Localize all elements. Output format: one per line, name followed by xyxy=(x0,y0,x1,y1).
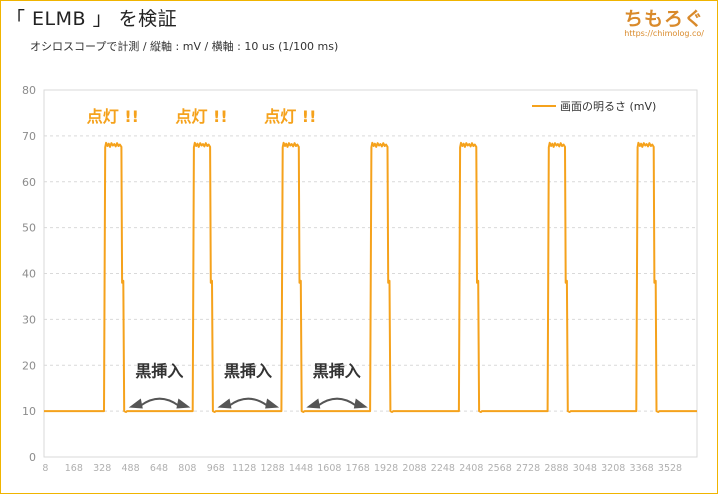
insert-arrowhead-left xyxy=(217,398,232,409)
y-tick-label: 10 xyxy=(22,405,36,418)
y-tick-label: 40 xyxy=(22,268,36,281)
insert-arrow-curve xyxy=(140,397,179,407)
insert-arrowhead-right xyxy=(265,398,280,409)
x-tick-label: 1928 xyxy=(374,463,398,474)
black-insert-annotation: 黒挿入 xyxy=(313,362,361,381)
black-insert-annotation: 黒挿入 xyxy=(135,362,183,381)
x-tick-label: 1608 xyxy=(317,463,341,474)
x-tick-label: 2728 xyxy=(516,463,540,474)
x-tick-label: 2568 xyxy=(488,463,512,474)
on-annotation: 点灯 !! xyxy=(175,107,227,126)
oscilloscope-chart: 010203040506070808 168 328 488 648 808 968 1128… xyxy=(22,84,698,474)
insert-arrowhead-left xyxy=(128,398,143,409)
insert-arrowhead-right xyxy=(353,398,368,409)
x-tick-label: 2888 xyxy=(544,463,568,474)
y-tick-label: 80 xyxy=(22,84,36,97)
x-tick-label: 1128 xyxy=(232,463,256,474)
y-tick-label: 0 xyxy=(29,451,36,464)
x-tick-label: 1768 xyxy=(346,463,370,474)
black-insert-annotation: 黒挿入 xyxy=(224,362,272,381)
insert-arrowhead-right xyxy=(176,398,191,409)
x-tick-label: 168 xyxy=(65,463,83,474)
legend-label: 画面の明るさ (mV) xyxy=(560,100,656,113)
x-tick-label: 968 xyxy=(207,463,225,474)
insert-arrow-curve xyxy=(228,397,268,407)
insert-arrow-curve xyxy=(317,397,357,407)
y-tick-label: 60 xyxy=(22,176,36,189)
insert-arrowhead-left xyxy=(306,398,321,409)
x-tick-label: 3048 xyxy=(573,463,597,474)
x-tick-label: 328 xyxy=(93,463,111,474)
x-tick-label: 2248 xyxy=(431,463,455,474)
x-tick-label: 3208 xyxy=(601,463,625,474)
x-tick-label: 2408 xyxy=(459,463,483,474)
y-tick-label: 70 xyxy=(22,130,36,143)
x-tick-label: 488 xyxy=(122,463,140,474)
x-tick-label: 1448 xyxy=(289,463,313,474)
y-tick-label: 20 xyxy=(22,359,36,372)
y-tick-label: 30 xyxy=(22,313,36,326)
x-tick-label: 808 xyxy=(178,463,196,474)
x-tick-label: 648 xyxy=(150,463,168,474)
x-tick-label: 3368 xyxy=(630,463,654,474)
y-tick-label: 50 xyxy=(22,222,36,235)
x-tick-label: 2088 xyxy=(402,463,426,474)
x-tick-label: 1288 xyxy=(260,463,284,474)
x-tick-label: 8 xyxy=(42,463,48,474)
on-annotation: 点灯 !! xyxy=(264,107,316,126)
on-annotation: 点灯 !! xyxy=(87,107,139,126)
x-tick-label: 3528 xyxy=(658,463,682,474)
